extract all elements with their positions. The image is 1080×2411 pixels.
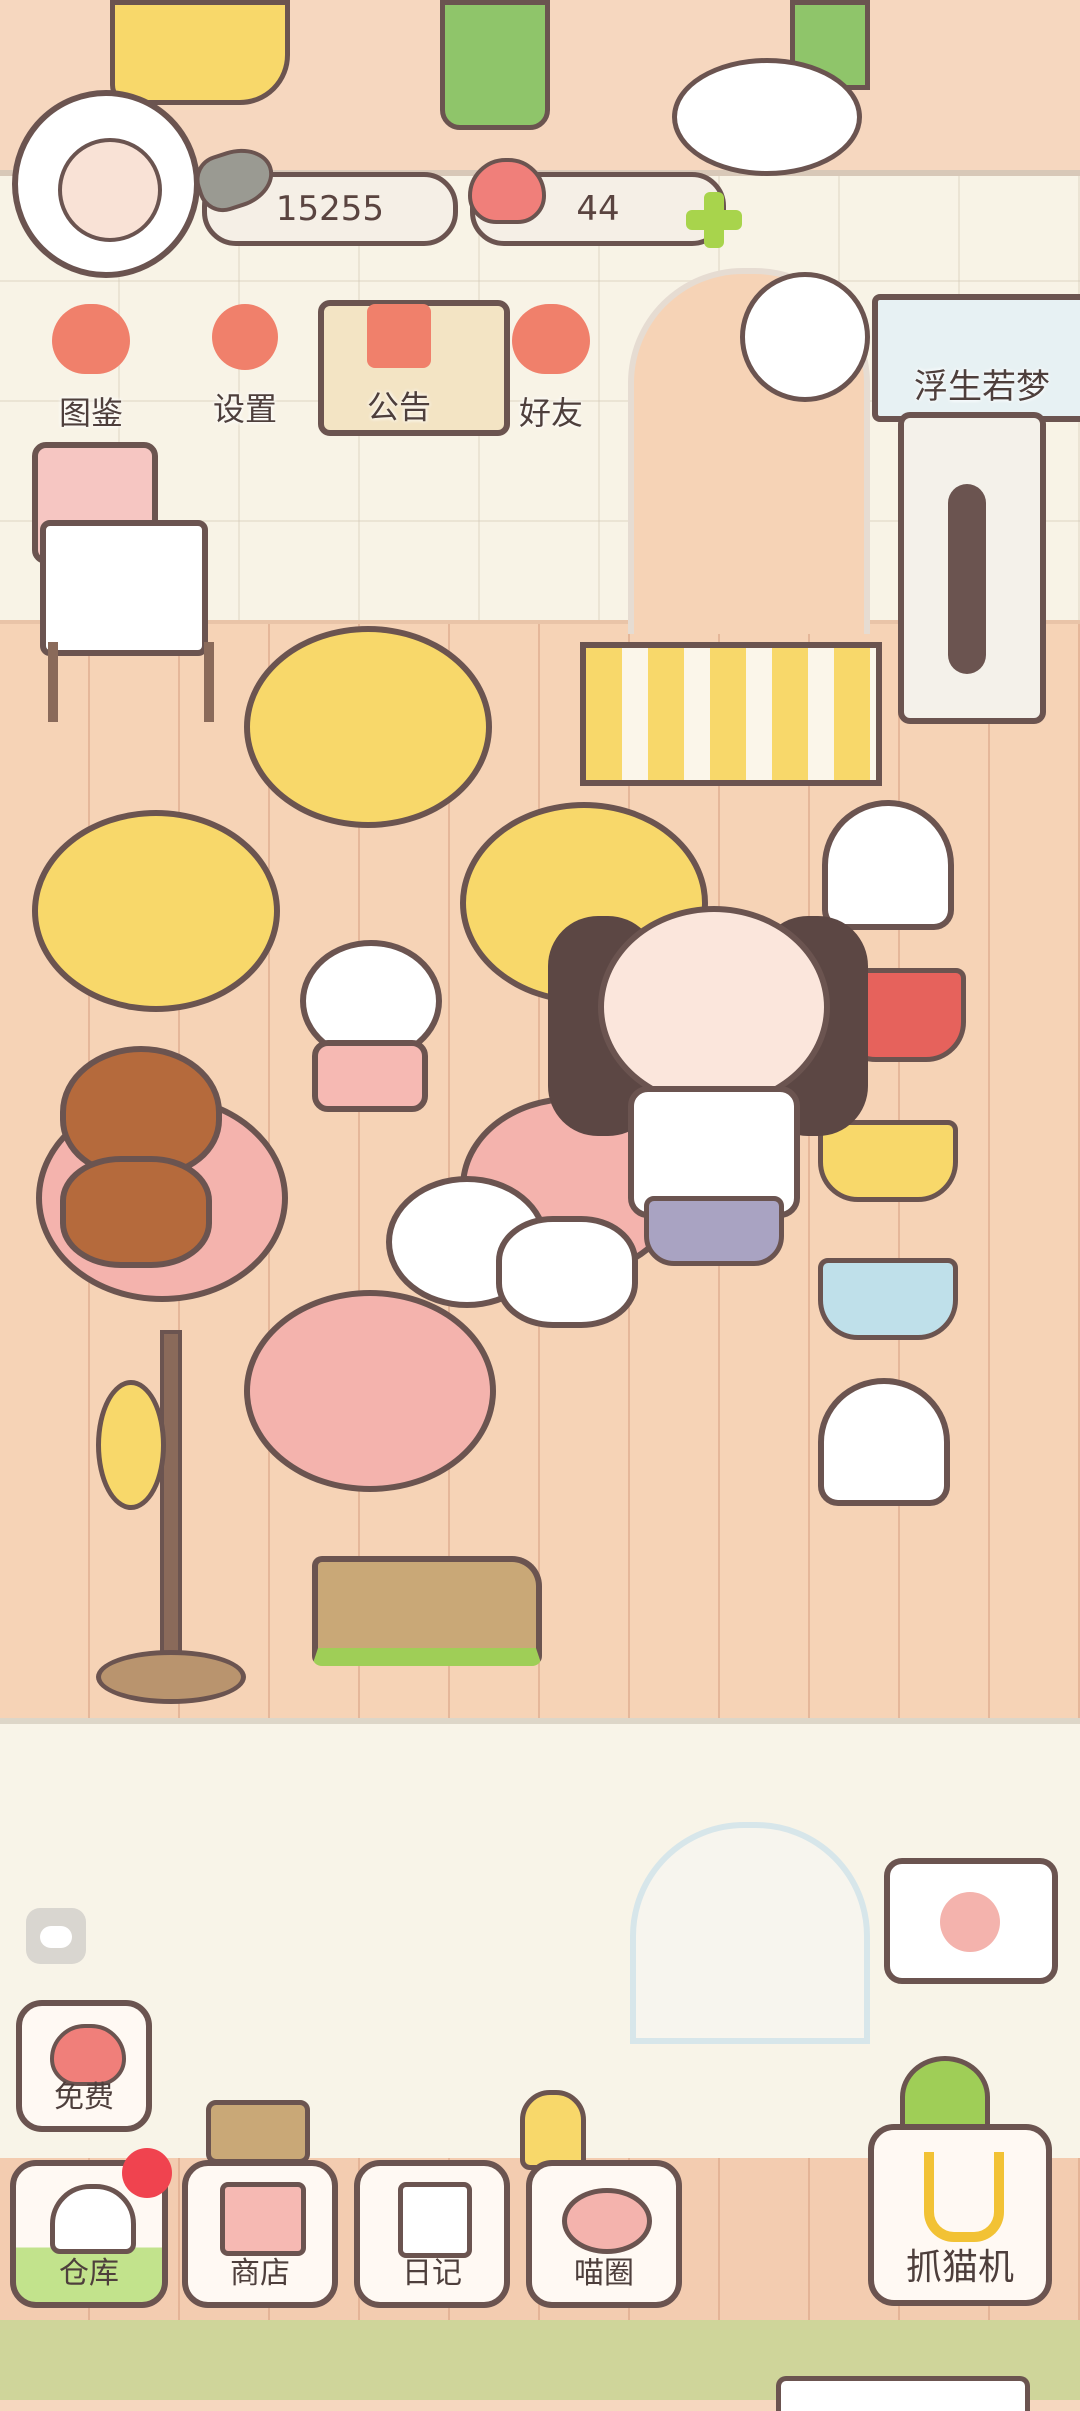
heart-amount: 44: [576, 189, 620, 229]
cat-scratcher-top: [440, 0, 550, 130]
cloud-icon[interactable]: [26, 1908, 86, 1964]
flower-sign: [884, 1858, 1058, 1984]
nav-shop-label: 商店: [230, 2256, 290, 2291]
easel-legs: [48, 642, 214, 722]
claw-machine-label: 抓猫机: [905, 2247, 1014, 2288]
nav-warehouse-label: 仓库: [59, 2256, 119, 2291]
coat-rack: [96, 1330, 246, 1704]
menu-friends-label: 好友: [518, 394, 583, 432]
paw-pillow: [672, 58, 862, 176]
claw-machine-button[interactable]: 抓猫机: [868, 2124, 1052, 2306]
notification-dot: [122, 2148, 172, 2198]
menu-settings[interactable]: 设置: [190, 304, 300, 444]
menu-illustrated-label: 图鉴: [58, 394, 123, 432]
free-button[interactable]: 免费: [16, 2000, 152, 2132]
nav-shop[interactable]: 商店: [182, 2160, 338, 2308]
plus-icon[interactable]: [686, 192, 742, 248]
free-button-label: 免费: [54, 2080, 114, 2115]
curtain-doorway: [630, 1822, 870, 2044]
easel-painting: [40, 520, 208, 656]
nav-meow-circle-label: 喵圈: [574, 2256, 634, 2291]
nav-diary[interactable]: 日记: [354, 2160, 510, 2308]
wooden-box: [206, 2100, 310, 2164]
crocodile-scratcher: [312, 1556, 542, 1666]
flower-icon: [940, 1892, 1000, 1952]
rice-ball-bowl: [818, 1378, 950, 1506]
air-purifier: [898, 412, 1046, 724]
calico-cat-sleeping[interactable]: [740, 272, 870, 402]
bottom-sign-edge: [776, 2376, 1030, 2411]
warehouse-icon: [50, 2184, 136, 2254]
cat-head-icon: [52, 304, 130, 374]
tabby-cat[interactable]: [40, 1046, 230, 1268]
menu-announcement[interactable]: 公告: [344, 304, 454, 444]
tulip-plant: [520, 2090, 586, 2170]
nav-meow-circle[interactable]: 喵圈: [526, 2160, 682, 2308]
shop-icon: [220, 2182, 306, 2256]
player-avatar[interactable]: [12, 90, 200, 278]
fish-amount: 15255: [275, 189, 385, 229]
striped-rug: [580, 642, 882, 786]
claw-icon: [924, 2152, 1004, 2242]
menu-announcement-label: 公告: [366, 388, 431, 426]
player-character[interactable]: [548, 886, 868, 1306]
friends-icon: [512, 304, 590, 374]
planet-cat-icon: [562, 2188, 652, 2254]
heart-icon: [468, 158, 546, 224]
nav-diary-label: 日记: [402, 2256, 462, 2291]
diary-icon: [398, 2182, 472, 2258]
menu-illustrated[interactable]: 图鉴: [36, 304, 146, 444]
avatar-icon: [58, 138, 162, 242]
menu-settings-label: 设置: [212, 390, 277, 428]
wall-sign-label: 浮生若梦: [914, 367, 1050, 407]
anteater-toy: [110, 0, 290, 105]
menu-friends[interactable]: 好友: [496, 304, 606, 444]
yellow-beanbag: [32, 810, 280, 1012]
gumball-machine: [300, 940, 442, 1112]
gear-icon: [212, 304, 278, 370]
yellow-beanbag: [244, 626, 492, 828]
gift-icon: [367, 304, 431, 368]
wall-sign[interactable]: 浮生若梦: [872, 294, 1080, 422]
